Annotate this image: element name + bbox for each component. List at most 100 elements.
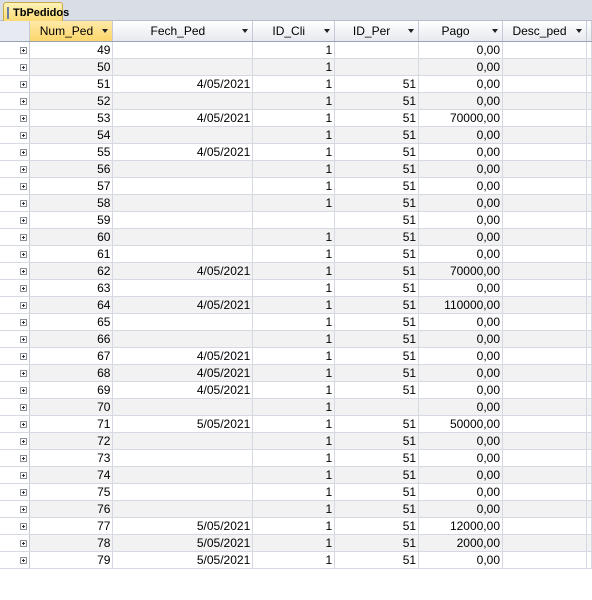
table-row[interactable]: 62 4/05/2021 1 51 70000,00 bbox=[0, 262, 592, 280]
cell-id-cli[interactable]: 1 bbox=[252, 41, 336, 59]
chevron-down-icon[interactable] bbox=[324, 29, 331, 33]
cell-fech-ped[interactable] bbox=[112, 449, 254, 467]
cell-fech-ped[interactable]: 4/05/2021 bbox=[112, 143, 254, 161]
expand-plus-icon[interactable] bbox=[20, 319, 27, 326]
cell-next[interactable] bbox=[586, 41, 592, 59]
table-row[interactable]: 51 4/05/2021 1 51 0,00 bbox=[0, 75, 592, 93]
cell-num-ped[interactable]: 68 bbox=[29, 364, 114, 382]
expand-plus-icon[interactable] bbox=[20, 336, 27, 343]
column-header-fech-ped[interactable]: Fech_Ped bbox=[112, 21, 254, 42]
cell-pago[interactable]: 0,00 bbox=[418, 500, 503, 518]
table-row[interactable]: 68 4/05/2021 1 51 0,00 bbox=[0, 364, 592, 382]
cell-pago[interactable]: 0,00 bbox=[418, 466, 503, 484]
cell-fech-ped[interactable]: 4/05/2021 bbox=[112, 296, 254, 314]
cell-next[interactable] bbox=[586, 58, 592, 76]
cell-next[interactable] bbox=[586, 483, 592, 501]
record-selector[interactable] bbox=[0, 262, 31, 280]
cell-desc-ped[interactable] bbox=[502, 279, 587, 297]
cell-next[interactable] bbox=[586, 381, 592, 399]
cell-desc-ped[interactable] bbox=[502, 194, 587, 212]
cell-pago[interactable]: 0,00 bbox=[418, 58, 503, 76]
cell-id-per[interactable]: 51 bbox=[334, 466, 420, 484]
cell-num-ped[interactable]: 57 bbox=[29, 177, 114, 195]
cell-num-ped[interactable]: 64 bbox=[29, 296, 114, 314]
cell-next[interactable] bbox=[586, 415, 592, 433]
chevron-down-icon[interactable] bbox=[575, 29, 582, 33]
expand-plus-icon[interactable] bbox=[20, 251, 27, 258]
cell-fech-ped[interactable] bbox=[112, 160, 254, 178]
expand-plus-icon[interactable] bbox=[20, 353, 27, 360]
cell-desc-ped[interactable] bbox=[502, 432, 587, 450]
record-selector[interactable] bbox=[0, 313, 31, 331]
cell-id-per[interactable]: 51 bbox=[334, 262, 420, 280]
cell-id-cli[interactable]: 1 bbox=[252, 177, 336, 195]
cell-next[interactable] bbox=[586, 517, 592, 535]
cell-pago[interactable]: 0,00 bbox=[418, 160, 503, 178]
expand-plus-icon[interactable] bbox=[20, 132, 27, 139]
cell-id-cli[interactable]: 1 bbox=[252, 449, 336, 467]
cell-id-per[interactable]: 51 bbox=[334, 143, 420, 161]
chevron-down-icon[interactable] bbox=[408, 29, 415, 33]
cell-desc-ped[interactable] bbox=[502, 92, 587, 110]
cell-id-cli[interactable]: 1 bbox=[252, 296, 336, 314]
cell-next[interactable] bbox=[586, 228, 592, 246]
record-selector[interactable] bbox=[0, 364, 31, 382]
cell-id-per[interactable]: 51 bbox=[334, 296, 420, 314]
cell-num-ped[interactable]: 62 bbox=[29, 262, 114, 280]
table-row[interactable]: 71 5/05/2021 1 51 50000,00 bbox=[0, 415, 592, 433]
cell-next[interactable] bbox=[586, 296, 592, 314]
cell-id-cli[interactable]: 1 bbox=[252, 466, 336, 484]
expand-plus-icon[interactable] bbox=[20, 489, 27, 496]
expand-plus-icon[interactable] bbox=[20, 166, 27, 173]
cell-desc-ped[interactable] bbox=[502, 483, 587, 501]
record-selector[interactable] bbox=[0, 398, 31, 416]
cell-id-per[interactable]: 51 bbox=[334, 483, 420, 501]
cell-pago[interactable]: 2000,00 bbox=[418, 534, 503, 552]
cell-num-ped[interactable]: 63 bbox=[29, 279, 114, 297]
expand-plus-icon[interactable] bbox=[20, 370, 27, 377]
cell-desc-ped[interactable] bbox=[502, 517, 587, 535]
record-selector[interactable] bbox=[0, 126, 31, 144]
cell-pago[interactable]: 0,00 bbox=[418, 483, 503, 501]
cell-id-cli[interactable]: 1 bbox=[252, 75, 336, 93]
table-row[interactable]: 70 1 0,00 bbox=[0, 398, 592, 416]
expand-plus-icon[interactable] bbox=[20, 387, 27, 394]
cell-next[interactable] bbox=[586, 92, 592, 110]
cell-pago[interactable]: 0,00 bbox=[418, 313, 503, 331]
record-selector[interactable] bbox=[0, 330, 31, 348]
table-row[interactable]: 60 1 51 0,00 bbox=[0, 228, 592, 246]
expand-plus-icon[interactable] bbox=[20, 302, 27, 309]
cell-id-cli[interactable]: 1 bbox=[252, 109, 336, 127]
cell-next[interactable] bbox=[586, 126, 592, 144]
cell-id-per[interactable]: 51 bbox=[334, 109, 420, 127]
table-row[interactable]: 61 1 51 0,00 bbox=[0, 245, 592, 263]
cell-num-ped[interactable]: 56 bbox=[29, 160, 114, 178]
table-row[interactable]: 58 1 51 0,00 bbox=[0, 194, 592, 212]
cell-pago[interactable]: 0,00 bbox=[418, 364, 503, 382]
record-selector[interactable] bbox=[0, 194, 31, 212]
cell-pago[interactable]: 12000,00 bbox=[418, 517, 503, 535]
cell-id-cli[interactable]: 1 bbox=[252, 517, 336, 535]
cell-fech-ped[interactable] bbox=[112, 92, 254, 110]
cell-pago[interactable]: 0,00 bbox=[418, 330, 503, 348]
cell-desc-ped[interactable] bbox=[502, 160, 587, 178]
cell-id-per[interactable] bbox=[334, 41, 420, 59]
expand-plus-icon[interactable] bbox=[20, 64, 27, 71]
expand-plus-icon[interactable] bbox=[20, 438, 27, 445]
table-row[interactable]: 64 4/05/2021 1 51 110000,00 bbox=[0, 296, 592, 314]
table-row[interactable]: 74 1 51 0,00 bbox=[0, 466, 592, 484]
cell-id-cli[interactable]: 1 bbox=[252, 58, 336, 76]
cell-next[interactable] bbox=[586, 347, 592, 365]
cell-num-ped[interactable]: 54 bbox=[29, 126, 114, 144]
expand-plus-icon[interactable] bbox=[20, 98, 27, 105]
expand-plus-icon[interactable] bbox=[20, 115, 27, 122]
column-header-num-ped[interactable]: Num_Ped bbox=[29, 21, 114, 42]
cell-pago[interactable]: 0,00 bbox=[418, 381, 503, 399]
table-row[interactable]: 78 5/05/2021 1 51 2000,00 bbox=[0, 534, 592, 552]
cell-next[interactable] bbox=[586, 211, 592, 229]
expand-plus-icon[interactable] bbox=[20, 506, 27, 513]
table-row[interactable]: 77 5/05/2021 1 51 12000,00 bbox=[0, 517, 592, 535]
cell-id-cli[interactable]: 1 bbox=[252, 228, 336, 246]
table-row[interactable]: 75 1 51 0,00 bbox=[0, 483, 592, 501]
cell-id-cli[interactable]: 1 bbox=[252, 330, 336, 348]
